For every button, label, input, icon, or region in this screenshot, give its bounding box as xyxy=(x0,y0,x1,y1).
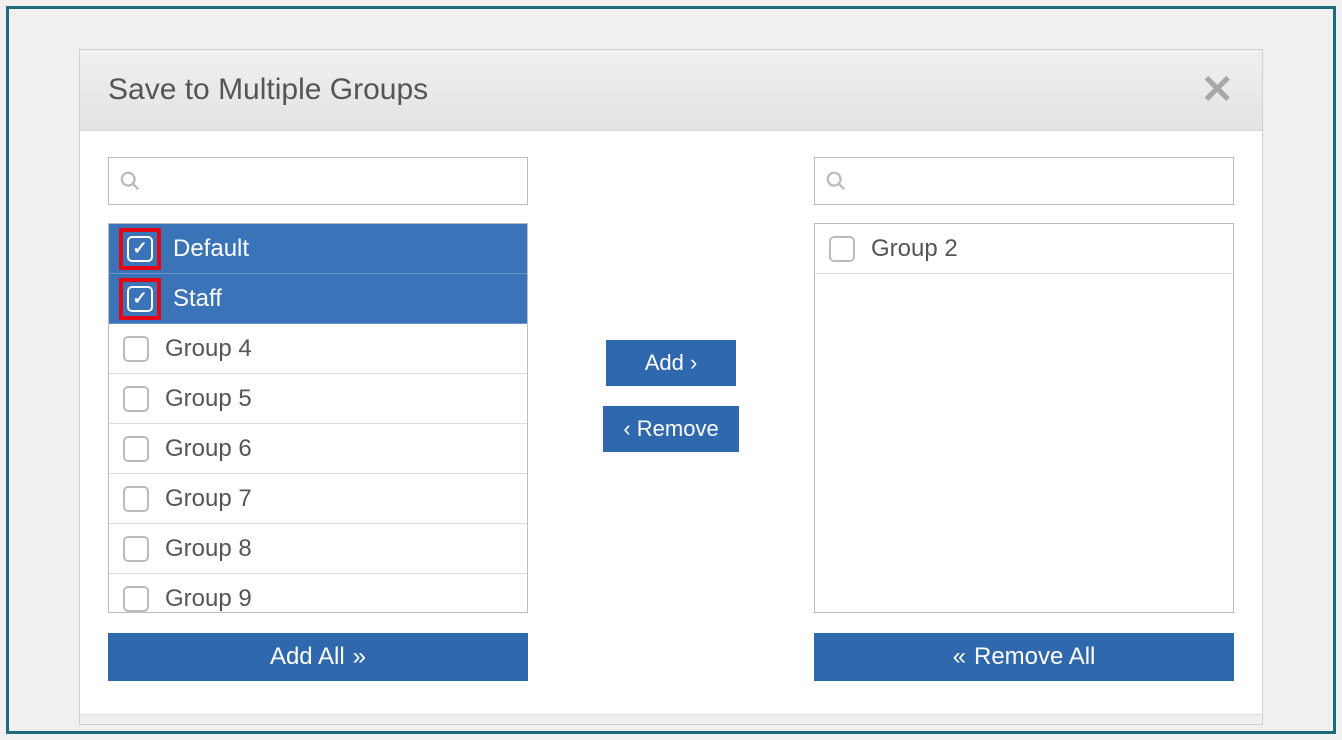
checkbox[interactable]: ✓ xyxy=(123,436,149,462)
list-item[interactable]: ✓ Group 9 xyxy=(109,574,527,613)
chevron-right-icon: › xyxy=(690,350,697,375)
remove-button[interactable]: ‹ Remove xyxy=(603,406,738,452)
selected-groups-search[interactable] xyxy=(814,157,1234,205)
outer-frame: Save to Multiple Groups ✕ ✓ Default ✓ Staff… xyxy=(6,6,1336,734)
dialog-footer xyxy=(80,714,1262,724)
checkbox[interactable]: ✓ xyxy=(127,236,153,262)
list-item-label: Group 7 xyxy=(165,485,252,513)
list-item-label: Group 4 xyxy=(165,335,252,363)
list-item[interactable]: ✓ Group 8 xyxy=(109,524,527,574)
list-item-label: Group 2 xyxy=(871,235,958,263)
list-item[interactable]: ✓ Staff xyxy=(109,274,527,324)
checkbox-highlight: ✓ xyxy=(119,482,153,516)
checkbox-highlight: ✓ xyxy=(119,582,153,614)
checkbox[interactable]: ✓ xyxy=(123,486,149,512)
checkbox-highlight: ✓ xyxy=(119,228,161,270)
checkbox-highlight: ✓ xyxy=(119,432,153,466)
available-groups-list[interactable]: ✓ Default ✓ Staff ✓ Group 4 ✓ Group 5 ✓ Group 6 ✓ G… xyxy=(108,223,528,613)
checkbox-highlight: ✓ xyxy=(119,382,153,416)
dialog-header: Save to Multiple Groups ✕ xyxy=(80,50,1262,131)
selected-groups-search-input[interactable] xyxy=(853,168,1223,194)
double-chevron-left-icon: « xyxy=(953,643,966,671)
list-item[interactable]: ✓ Group 6 xyxy=(109,424,527,474)
dialog-body: ✓ Default ✓ Staff ✓ Group 4 ✓ Group 5 ✓ Group 6 ✓ G… xyxy=(80,131,1262,714)
available-groups-panel: ✓ Default ✓ Staff ✓ Group 4 ✓ Group 5 ✓ Group 6 ✓ G… xyxy=(108,157,528,714)
list-item-label: Default xyxy=(173,235,249,263)
close-icon[interactable]: ✕ xyxy=(1200,70,1234,110)
checkbox[interactable]: ✓ xyxy=(123,586,149,612)
list-item[interactable]: ✓ Group 5 xyxy=(109,374,527,424)
checkbox-highlight: ✓ xyxy=(119,532,153,566)
available-groups-search[interactable] xyxy=(108,157,528,205)
available-groups-search-input[interactable] xyxy=(147,168,517,194)
list-item-label: Staff xyxy=(173,285,222,313)
add-button[interactable]: Add › xyxy=(606,340,736,386)
remove-all-label: Remove All xyxy=(974,643,1095,671)
checkbox[interactable]: ✓ xyxy=(127,286,153,312)
checkbox-highlight: ✓ xyxy=(825,232,859,266)
search-icon xyxy=(825,170,847,192)
dialog-title: Save to Multiple Groups xyxy=(108,73,428,107)
chevron-left-icon: ‹ xyxy=(623,416,636,441)
list-item[interactable]: ✓ Group 7 xyxy=(109,474,527,524)
checkbox-highlight: ✓ xyxy=(119,332,153,366)
list-item-label: Group 8 xyxy=(165,535,252,563)
list-item[interactable]: ✓ Group 4 xyxy=(109,324,527,374)
selected-groups-panel: ✓ Group 2 « Remove All xyxy=(814,157,1234,714)
checkmark-icon: ✓ xyxy=(132,288,147,309)
remove-button-label: Remove xyxy=(637,416,719,441)
checkbox[interactable]: ✓ xyxy=(829,236,855,262)
list-item-label: Group 6 xyxy=(165,435,252,463)
add-all-button[interactable]: Add All » xyxy=(108,633,528,681)
remove-all-button[interactable]: « Remove All xyxy=(814,633,1234,681)
list-item-label: Group 9 xyxy=(165,585,252,613)
checkbox-highlight: ✓ xyxy=(119,278,161,320)
list-item[interactable]: ✓ Default xyxy=(109,224,527,274)
selected-groups-list[interactable]: ✓ Group 2 xyxy=(814,223,1234,613)
checkbox[interactable]: ✓ xyxy=(123,536,149,562)
search-icon xyxy=(119,170,141,192)
list-item[interactable]: ✓ Group 2 xyxy=(815,224,1233,274)
checkbox[interactable]: ✓ xyxy=(123,386,149,412)
list-item-label: Group 5 xyxy=(165,385,252,413)
checkmark-icon: ✓ xyxy=(132,238,147,259)
double-chevron-right-icon: » xyxy=(353,643,366,671)
transfer-buttons: Add › ‹ Remove xyxy=(528,157,814,714)
checkbox[interactable]: ✓ xyxy=(123,336,149,362)
save-to-multiple-groups-dialog: Save to Multiple Groups ✕ ✓ Default ✓ Staff… xyxy=(79,49,1263,725)
add-button-label: Add xyxy=(645,350,684,375)
add-all-label: Add All xyxy=(270,643,345,671)
